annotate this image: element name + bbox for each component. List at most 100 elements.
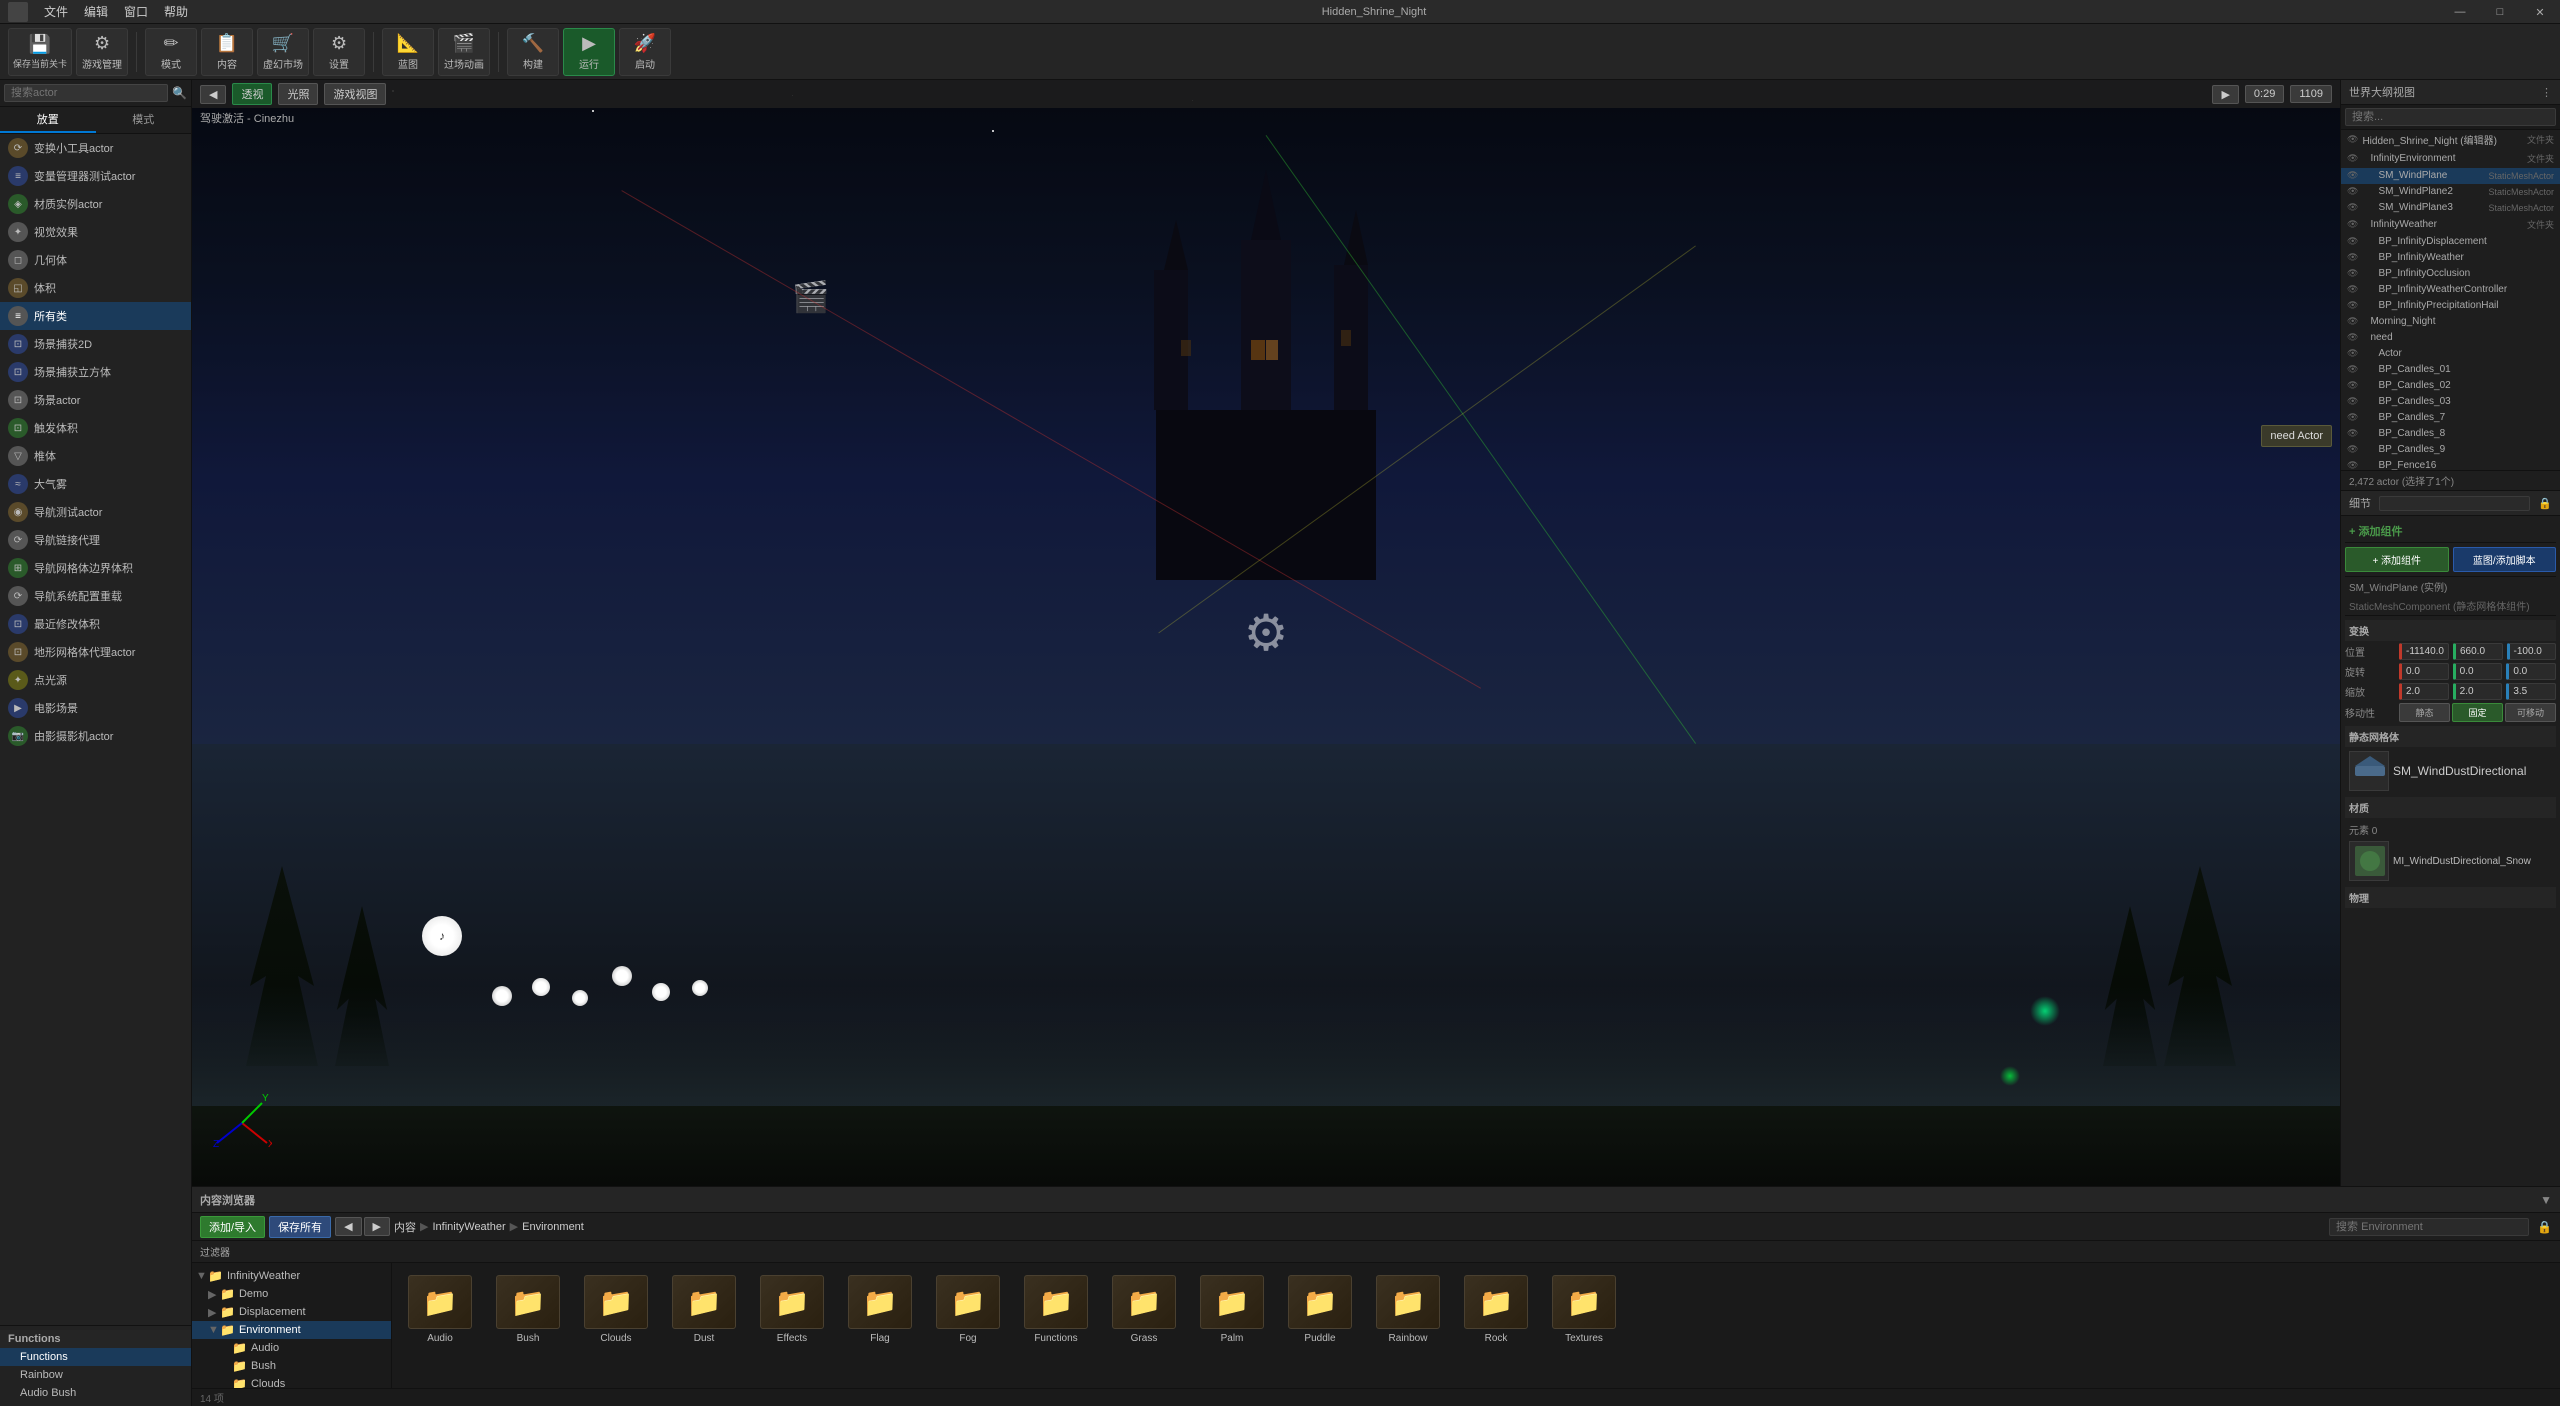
content-search-input[interactable] [2329,1218,2529,1236]
collapse-icon[interactable]: ▼ [2540,1193,2552,1207]
list-item[interactable]: ⟳ 导航链接代理 [0,526,191,554]
viewport-game-view-btn[interactable]: 游戏视图 [324,83,386,105]
list-item[interactable]: ⊡ 触发体积 [0,414,191,442]
outliner-item[interactable]: 👁 BP_Candles_9 [2341,442,2560,458]
menu-window[interactable]: 窗口 [116,1,156,22]
outliner-item[interactable]: 👁 BP_InfinityWeather [2341,250,2560,266]
outliner-item-sm-windplane[interactable]: 👁 SM_WindPlane StaticMeshActor [2341,168,2560,184]
menu-help[interactable]: 帮助 [156,1,196,22]
settings-button[interactable]: ⚙ 设置 [313,28,365,76]
outliner-item[interactable]: 👁 InfinityEnvironment 文件夹 [2341,150,2560,168]
breadcrumb-infinityweather[interactable]: InfinityWeather [432,1221,505,1233]
cinematics-button[interactable]: 🎬 过场动画 [438,28,490,76]
list-item[interactable]: ⟳ 导航系统配置重载 [0,582,191,610]
content-folder[interactable]: 📁 Dust [664,1271,744,1348]
details-lock-icon[interactable]: 🔒 [2538,497,2552,510]
scale-z[interactable]: 3.5 [2506,683,2556,700]
content-folder[interactable]: 📁 Audio [400,1271,480,1348]
func-item-functions[interactable]: Functions [0,1348,191,1366]
build-button[interactable]: 🔨 构建 [507,28,559,76]
details-search-input[interactable] [2379,496,2530,511]
list-item[interactable]: ≡ 变量管理器测试actor [0,162,191,190]
tab-place[interactable]: 放置 [0,107,96,133]
list-item[interactable]: ◈ 材质实例actor [0,190,191,218]
tree-node-bush[interactable]: 📁 Bush [192,1357,391,1375]
list-item[interactable]: ⊡ 最近修改体积 [0,610,191,638]
list-item[interactable]: ◻ 几何体 [0,246,191,274]
outliner-item[interactable]: 👁 BP_InfinityPrecipitationHail [2341,298,2560,314]
outliner-item[interactable]: 👁 BP_Candles_8 [2341,426,2560,442]
outliner-options-icon[interactable]: ⋮ [2541,86,2552,99]
viewport-scene[interactable]: ⚙ ♪ 🎬 X Y Z [192,80,2340,1186]
content-folder[interactable]: 📁 Functions [1016,1271,1096,1348]
viewport-nav-btn[interactable]: ◀ [200,85,226,104]
location-y[interactable]: 660.0 [2453,643,2503,660]
content-folder[interactable]: 📁 Puddle [1280,1271,1360,1348]
add-import-button[interactable]: 添加/导入 [200,1216,265,1238]
outliner-item[interactable]: 👁 BP_InfinityWeatherController [2341,282,2560,298]
breadcrumb-environment[interactable]: Environment [522,1221,584,1233]
viewport-play-btn[interactable]: ▶ [2212,85,2238,104]
list-item[interactable]: ▶ 电影场景 [0,694,191,722]
outliner-item[interactable]: 👁 BP_InfinityDisplacement [2341,234,2560,250]
outliner-item[interactable]: 👁 need [2341,330,2560,346]
list-item[interactable]: ✦ 点光源 [0,666,191,694]
list-item[interactable]: ⊡ 地形网格体代理actor [0,638,191,666]
mobility-movable[interactable]: 可移动 [2505,703,2556,722]
tree-node[interactable]: ▶ 📁 Displacement [192,1303,391,1321]
tree-node-audio[interactable]: 📁 Audio [192,1339,391,1357]
content-folder[interactable]: 📁 Clouds [576,1271,656,1348]
lock-icon[interactable]: 🔒 [2537,1220,2552,1234]
marketplace-button[interactable]: 🛒 虚幻市场 [257,28,309,76]
minimize-button[interactable]: — [2440,0,2480,24]
list-item-all-classes[interactable]: ≡ 所有类 [0,302,191,330]
tree-node-environment[interactable]: ▼ 📁 Environment [192,1321,391,1339]
close-button[interactable]: ✕ [2520,0,2560,24]
list-item[interactable]: ⊡ 场景actor [0,386,191,414]
content-folder[interactable]: 📁 Palm [1192,1271,1272,1348]
blueprint-button[interactable]: 蓝图/添加脚本 [2453,547,2557,572]
save-button[interactable]: 💾 保存当前关卡 [8,28,72,76]
outliner-item[interactable]: 👁 BP_Candles_03 [2341,394,2560,410]
play-button[interactable]: ▶ 运行 [563,28,615,76]
outliner-item[interactable]: 👁 SM_WindPlane3 StaticMeshActor [2341,200,2560,216]
outliner-item[interactable]: 👁 BP_Fence16 [2341,458,2560,470]
outliner-item[interactable]: 👁 BP_Candles_7 [2341,410,2560,426]
outliner-item[interactable]: 👁 BP_InfinityOcclusion [2341,266,2560,282]
content-folder[interactable]: 📁 Flag [840,1271,920,1348]
content-folder[interactable]: 📁 Fog [928,1271,1008,1348]
list-item[interactable]: ▽ 椎体 [0,442,191,470]
list-item[interactable]: ⊡ 场景捕获2D [0,330,191,358]
viewport[interactable]: ◀ 透视 光照 游戏视图 ▶ 0:29 1109 驾驶激活 - Cinezhu [192,80,2340,1186]
nav-forward-button[interactable]: ▶ [364,1217,390,1236]
mode-button[interactable]: ✏ 模式 [145,28,197,76]
tree-node[interactable]: ▶ 📁 Demo [192,1285,391,1303]
save-all-button[interactable]: 保存所有 [269,1216,331,1238]
content-button[interactable]: 📋 内容 [201,28,253,76]
rotation-x[interactable]: 0.0 [2399,663,2449,680]
rotation-z[interactable]: 0.0 [2506,663,2556,680]
content-folder[interactable]: 📁 Textures [1544,1271,1624,1348]
materials-section[interactable]: 材质 [2345,797,2556,818]
add-actor-button[interactable]: + 添加组件 [2345,547,2449,572]
filter-label[interactable]: 过滤器 [200,1244,230,1259]
add-component-btn[interactable]: + 添加组件 [2345,520,2556,543]
mobility-fixed[interactable]: 固定 [2452,703,2503,722]
outliner-item[interactable]: 👁 BP_Candles_02 [2341,378,2560,394]
mobility-static[interactable]: 静态 [2399,703,2450,722]
list-item[interactable]: ◱ 体积 [0,274,191,302]
list-item[interactable]: ⊞ 导航网格体边界体积 [0,554,191,582]
tab-mode[interactable]: 模式 [96,107,192,133]
content-folder[interactable]: 📁 Effects [752,1271,832,1348]
transform-section[interactable]: 变换 [2345,620,2556,641]
rotation-y[interactable]: 0.0 [2453,663,2503,680]
menu-file[interactable]: 文件 [36,1,76,22]
location-z[interactable]: -100.0 [2507,643,2557,660]
physics-section[interactable]: 物理 [2345,887,2556,908]
actor-search-input[interactable] [4,84,168,102]
menu-edit[interactable]: 编辑 [76,1,116,22]
list-item[interactable]: ✦ 视觉效果 [0,218,191,246]
outliner-item[interactable]: 👁 InfinityWeather 文件夹 [2341,216,2560,234]
launch-button[interactable]: 🚀 启动 [619,28,671,76]
content-folder[interactable]: 📁 Grass [1104,1271,1184,1348]
